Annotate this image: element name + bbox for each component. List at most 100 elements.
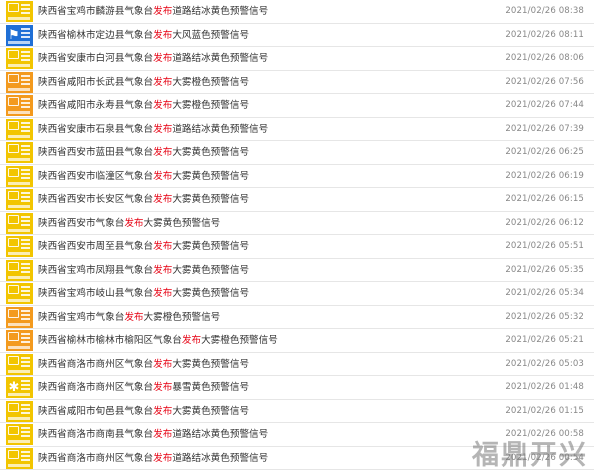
- badge-base: [8, 228, 30, 232]
- fog-warning-icon: [6, 353, 33, 375]
- badge-lines: [21, 215, 30, 218]
- badge-base: [8, 181, 30, 185]
- badge-base: [8, 275, 30, 279]
- warning-time: 2021/02/26 05:32: [505, 311, 584, 322]
- road-ice-warning-icon: [6, 118, 33, 140]
- badge-lines: [21, 74, 30, 77]
- badge-mark: [8, 449, 19, 459]
- highlight-keyword: 发布: [153, 53, 173, 64]
- warning-title[interactable]: 陕西省商洛市商州区气象台发布大雾黄色预警信号: [38, 353, 249, 376]
- highlight-keyword: 发布: [181, 335, 202, 346]
- fog-warning-icon: [6, 212, 33, 234]
- warning-title[interactable]: 陕西省商洛市商州区气象台发布暴雪黄色预警信号: [38, 376, 249, 399]
- badge-lines: [21, 262, 30, 265]
- warning-row[interactable]: 陕西省西安市长安区气象台发布大雾黄色预警信号 2021/02/26 06:15: [0, 188, 594, 212]
- badge-base: [8, 440, 30, 443]
- warning-row[interactable]: 陕西省榆林市榆林市榆阳区气象台发布大雾橙色预警信号 2021/02/26 05:2…: [0, 329, 594, 353]
- gale-warning-icon: ⚑: [6, 24, 33, 46]
- badge-base: [8, 322, 30, 326]
- warning-row[interactable]: 陕西省西安市周至县气象台发布大雾黄色预警信号 2021/02/26 05:51: [0, 235, 594, 259]
- badge-lines: [21, 27, 30, 30]
- warning-time: 2021/02/26 05:34: [505, 288, 584, 298]
- highlight-keyword: 发布: [153, 170, 173, 182]
- badge-lines: [21, 4, 30, 6]
- highlight-keyword: 发布: [153, 452, 173, 464]
- badge-lines: [21, 356, 30, 359]
- warning-title[interactable]: 陕西省宝鸡市气象台发布大雾橙色预警信号: [38, 306, 220, 329]
- badge-base: [8, 158, 30, 161]
- badge-base: [8, 205, 30, 208]
- warning-time: 2021/02/26 05:21: [505, 335, 584, 345]
- warning-time: 2021/02/26 05:51: [505, 241, 584, 251]
- warning-time: 2021/02/26 06:25: [505, 147, 584, 157]
- badge-mark: [8, 120, 19, 130]
- warning-title[interactable]: 陕西省榆林市榆林市榆阳区气象台发布大雾橙色预警信号: [38, 329, 278, 352]
- warning-time: 2021/02/26 08:38: [505, 6, 584, 16]
- warning-title[interactable]: 陕西省咸阳市旬邑县气象台发布大雾黄色预警信号: [38, 400, 249, 423]
- warning-row[interactable]: 陕西省宝鸡市气象台发布大雾橙色预警信号 2021/02/26 05:32: [0, 306, 594, 329]
- warning-title[interactable]: 陕西省宝鸡市麟游县气象台发布道路结冰黄色预警信号: [38, 0, 268, 23]
- badge-lines: [21, 309, 30, 312]
- highlight-keyword: 发布: [153, 429, 173, 440]
- warning-row[interactable]: 陕西省安康市白河县气象台发布道路结冰黄色预警信号 2021/02/26 08:06: [0, 47, 594, 71]
- warning-time: 2021/02/26 07:44: [505, 100, 584, 110]
- warning-title[interactable]: 陕西省安康市石泉县气象台发布道路结冰黄色预警信号: [38, 118, 268, 141]
- highlight-keyword: 发布: [153, 264, 173, 276]
- badge-mark: [8, 191, 19, 200]
- warning-title[interactable]: 陕西省西安市长安区气象台发布大雾黄色预警信号: [38, 188, 249, 211]
- watermark: 福鼎开兴: [472, 440, 588, 471]
- highlight-keyword: 发布: [153, 76, 173, 88]
- warning-row[interactable]: 陕西省宝鸡市麟游县气象台发布道路结冰黄色预警信号 2021/02/26 08:38: [0, 0, 594, 24]
- warning-row[interactable]: 陕西省咸阳市旬邑县气象台发布大雾黄色预警信号 2021/02/26 01:15: [0, 400, 594, 423]
- warning-row[interactable]: ⚑ 陕西省榆林市定边县气象台发布大风蓝色预警信号 2021/02/26 08:11: [0, 24, 594, 47]
- badge-mark: [8, 308, 19, 318]
- warning-row[interactable]: 陕西省咸阳市长武县气象台发布大雾橙色预警信号 2021/02/26 07:56: [0, 71, 594, 94]
- warning-title[interactable]: 陕西省宝鸡市岐山县气象台发布大雾黄色预警信号: [38, 282, 249, 305]
- warning-row[interactable]: 陕西省西安市临潼区气象台发布大雾黄色预警信号 2021/02/26 06:19: [0, 165, 594, 188]
- badge-mark: [8, 355, 19, 365]
- fog-warning-icon: [6, 400, 33, 422]
- warning-title[interactable]: 陕西省咸阳市长武县气象台发布大雾橙色预警信号: [38, 71, 249, 94]
- badge-lines: [21, 121, 30, 124]
- badge-mark: [8, 285, 19, 294]
- warning-time: 2021/02/26 06:12: [505, 217, 584, 228]
- badge-lines: [21, 168, 30, 171]
- highlight-keyword: 发布: [124, 217, 144, 229]
- badge-lines: [21, 333, 30, 335]
- fog-warning-icon: [6, 236, 33, 257]
- badge-mark: [8, 238, 19, 247]
- badge-base: [8, 64, 30, 67]
- warning-title[interactable]: 陕西省西安市周至县气象台发布大雾黄色预警信号: [38, 235, 249, 258]
- fog-warning-icon: [6, 330, 33, 351]
- warning-title[interactable]: 陕西省西安市气象台发布大雾黄色预警信号: [38, 212, 220, 235]
- warning-title[interactable]: 陕西省西安市临潼区气象台发布大雾黄色预警信号: [38, 165, 249, 188]
- warning-title[interactable]: 陕西省西安市蓝田县气象台发布大雾黄色预警信号: [38, 141, 249, 164]
- warning-row[interactable]: 陕西省商洛市商州区气象台发布大雾黄色预警信号 2021/02/26 05:03: [0, 353, 594, 376]
- badge-base: [8, 299, 30, 302]
- warning-title[interactable]: 陕西省商洛市商南县气象台发布道路结冰黄色预警信号: [38, 423, 268, 446]
- badge-mark: [8, 426, 19, 435]
- badge-lines: [21, 239, 30, 241]
- warning-row[interactable]: 陕西省西安市蓝田县气象台发布大雾黄色预警信号 2021/02/26 06:25: [0, 141, 594, 165]
- warning-row[interactable]: 陕西省西安市气象台发布大雾黄色预警信号 2021/02/26 06:12: [0, 212, 594, 235]
- warning-title[interactable]: 陕西省宝鸡市凤翔县气象台发布大雾黄色预警信号: [38, 259, 249, 282]
- warning-row[interactable]: 陕西省宝鸡市岐山县气象台发布大雾黄色预警信号 2021/02/26 05:34: [0, 282, 594, 306]
- warning-time: 2021/02/26 08:06: [505, 53, 584, 63]
- warning-time: 2021/02/26 07:56: [505, 76, 584, 87]
- badge-mark: [8, 261, 19, 271]
- badge-base: [8, 87, 30, 91]
- warning-title[interactable]: 陕西省商洛市商州区气象台发布道路结冰黄色预警信号: [38, 447, 268, 470]
- fog-warning-icon: [6, 189, 33, 210]
- badge-mark: [8, 214, 19, 224]
- fog-warning-icon: [6, 259, 33, 281]
- warning-title[interactable]: 陕西省榆林市定边县气象台发布大风蓝色预警信号: [38, 24, 249, 47]
- highlight-keyword: 发布: [153, 147, 173, 158]
- warning-time: 2021/02/26 07:39: [505, 123, 584, 134]
- warning-row[interactable]: 陕西省宝鸡市凤翔县气象台发布大雾黄色预警信号 2021/02/26 05:35: [0, 259, 594, 282]
- warning-row[interactable]: 陕西省咸阳市永寿县气象台发布大雾橙色预警信号 2021/02/26 07:44: [0, 94, 594, 118]
- warning-row[interactable]: ✱ 陕西省商洛市商州区气象台发布暴雪黄色预警信号 2021/02/26 01:48: [0, 376, 594, 400]
- warning-title[interactable]: 陕西省安康市白河县气象台发布道路结冰黄色预警信号: [38, 47, 268, 70]
- warning-row[interactable]: 陕西省安康市石泉县气象台发布道路结冰黄色预警信号 2021/02/26 07:39: [0, 118, 594, 141]
- road-ice-warning-icon: [6, 48, 33, 69]
- warning-title[interactable]: 陕西省咸阳市永寿县气象台发布大雾橙色预警信号: [38, 94, 249, 117]
